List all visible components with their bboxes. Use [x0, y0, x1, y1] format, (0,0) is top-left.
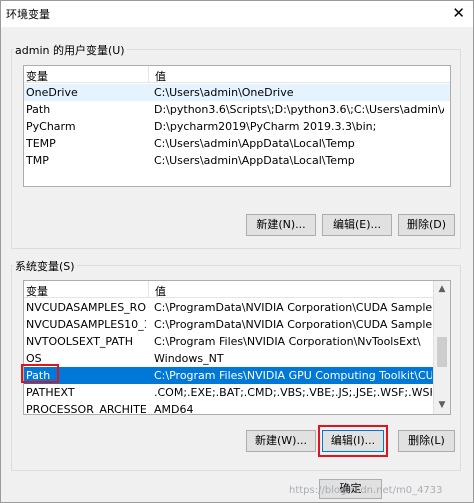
list-item[interactable]: TMP C:\Users\admin\AppData\Local\Temp: [24, 152, 450, 169]
var-name: NVCUDASAMPLES10_1_R...: [26, 318, 146, 331]
system-col-variable[interactable]: 变量: [26, 283, 48, 299]
user-new-button[interactable]: 新建(N)...: [246, 214, 316, 236]
var-value: Windows_NT: [154, 352, 224, 365]
user-list-header: 变量 值: [24, 66, 450, 83]
list-item[interactable]: NVTOOLSEXT_PATH C:\Program Files\NVIDIA …: [24, 333, 450, 350]
var-name: TMP: [26, 154, 49, 167]
var-value: C:\Users\admin\AppData\Local\Temp: [154, 154, 355, 167]
scroll-thumb[interactable]: [437, 337, 447, 367]
system-variables-label: 系统变量(S): [13, 258, 77, 274]
var-value: AMD64: [154, 403, 194, 415]
list-item[interactable]: NVCUDASAMPLES10_1_R... C:\ProgramData\NV…: [24, 316, 450, 333]
var-name: OneDrive: [26, 86, 78, 99]
window-title: 环境变量: [6, 8, 50, 21]
column-divider[interactable]: [148, 281, 149, 298]
list-item[interactable]: PyCharm D:\pycharm2019\PyCharm 2019.3.3\…: [24, 118, 450, 135]
var-value: C:\Program Files\NVIDIA Corporation\NvTo…: [154, 335, 421, 348]
var-name: NVCUDASAMPLES_ROOT: [26, 301, 146, 314]
system-col-value[interactable]: 值: [155, 283, 166, 299]
user-delete-button[interactable]: 删除(D): [398, 214, 455, 236]
var-name: PyCharm: [26, 120, 76, 133]
var-value: .COM;.EXE;.BAT;.CMD;.VBS;.VBE;.JS;.JSE;.…: [154, 386, 432, 399]
system-variables-list[interactable]: 变量 值 NVCUDASAMPLES_ROOT C:\ProgramData\N…: [23, 280, 451, 415]
title-bar: 环境变量 ✕: [1, 1, 473, 27]
var-value: D:\pycharm2019\PyCharm 2019.3.3\bin;: [154, 120, 377, 133]
column-divider[interactable]: [148, 66, 149, 83]
var-name: NVTOOLSEXT_PATH: [26, 335, 134, 348]
var-name: Path: [26, 103, 51, 116]
var-value: C:\ProgramData\NVIDIA Corporation\CUDA S…: [154, 301, 432, 314]
scroll-down-icon[interactable]: ▼: [434, 397, 450, 414]
list-item[interactable]: PATHEXT .COM;.EXE;.BAT;.CMD;.VBS;.VBE;.J…: [24, 384, 450, 401]
system-new-button[interactable]: 新建(W)...: [246, 430, 316, 452]
var-value: C:\ProgramData\NVIDIA Corporation\CUDA S…: [154, 318, 432, 331]
var-name: TEMP: [26, 137, 56, 150]
var-name: PROCESSOR_ARCHITECT...: [26, 403, 146, 415]
user-col-variable[interactable]: 变量: [26, 68, 48, 84]
user-col-value[interactable]: 值: [155, 68, 166, 84]
list-item[interactable]: OS Windows_NT: [24, 350, 450, 367]
highlight-box-edit: [318, 425, 388, 457]
list-item-selected[interactable]: Path C:\Program Files\NVIDIA GPU Computi…: [24, 367, 434, 384]
system-list-header: 变量 值: [24, 281, 450, 298]
scroll-up-icon[interactable]: ▲: [434, 281, 450, 298]
var-value: C:\Users\admin\AppData\Local\Temp: [154, 137, 355, 150]
list-item[interactable]: NVCUDASAMPLES_ROOT C:\ProgramData\NVIDIA…: [24, 299, 450, 316]
var-name: PATHEXT: [26, 386, 75, 399]
user-variables-label: admin 的用户变量(U): [13, 42, 127, 58]
list-item[interactable]: PROCESSOR_ARCHITECT... AMD64: [24, 401, 450, 415]
var-value: C:\Program Files\NVIDIA GPU Computing To…: [154, 369, 432, 382]
system-delete-button[interactable]: 删除(L): [398, 430, 455, 452]
list-item[interactable]: OneDrive C:\Users\admin\OneDrive: [24, 84, 450, 101]
list-item[interactable]: Path D:\python3.6\Scripts\;D:\python3.6\…: [24, 101, 450, 118]
user-variables-list[interactable]: 变量 值 OneDrive C:\Users\admin\OneDrive Pa…: [23, 65, 451, 187]
list-item[interactable]: TEMP C:\Users\admin\AppData\Local\Temp: [24, 135, 450, 152]
watermark-text: https://blog.csdn.net/m0_4733: [289, 485, 443, 496]
close-icon[interactable]: ✕: [452, 4, 465, 22]
environment-variables-dialog: 环境变量 ✕ admin 的用户变量(U) 变量 值 OneDrive C:\U…: [0, 0, 474, 503]
var-value: D:\python3.6\Scripts\;D:\python3.6\;C:\U…: [154, 103, 444, 116]
vertical-scrollbar[interactable]: ▲ ▼: [433, 281, 450, 414]
var-value: C:\Users\admin\OneDrive: [154, 86, 294, 99]
highlight-box-path: [21, 364, 59, 383]
user-edit-button[interactable]: 编辑(E)...: [322, 214, 392, 236]
